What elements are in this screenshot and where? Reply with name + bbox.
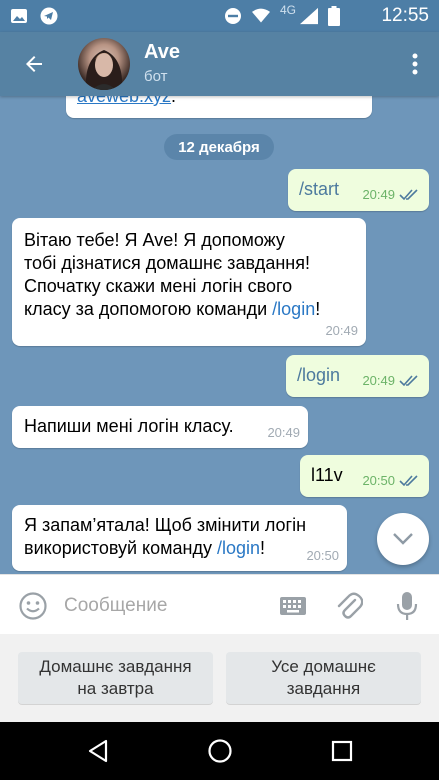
keyboard-button-label: Домашнє завдання bbox=[39, 657, 192, 676]
more-menu-button[interactable] bbox=[405, 50, 425, 78]
nav-home-button[interactable] bbox=[206, 737, 234, 765]
chat-header: Ave бот bbox=[0, 32, 439, 96]
status-time: 12:55 bbox=[381, 5, 429, 26]
microphone-icon bbox=[396, 592, 418, 620]
attach-button[interactable] bbox=[334, 591, 364, 621]
message-bubble-outgoing: /start 20:49 bbox=[288, 169, 429, 211]
message-line: ! bbox=[315, 299, 321, 319]
message-line: Спочатку скажи мені логін свого bbox=[24, 276, 293, 296]
message-bubble-incoming: Вітаю тебе! Я Ave! Я допоможу тобі дізна… bbox=[12, 218, 366, 346]
back-button[interactable] bbox=[18, 48, 50, 80]
avatar[interactable] bbox=[78, 38, 130, 90]
date-separator: 12 декабря bbox=[164, 134, 274, 160]
message-bubble-incoming: Напиши мені логін класу. 20:49 bbox=[12, 406, 308, 448]
keyboard-button-label: на завтра bbox=[77, 679, 154, 698]
status-bar: 4G 12:55 bbox=[0, 0, 439, 32]
message-line: класу за допомогою команди bbox=[24, 299, 273, 319]
emoji-button[interactable] bbox=[18, 591, 48, 621]
double-check-icon bbox=[399, 188, 418, 200]
message-text: /login bbox=[297, 365, 341, 385]
nav-back-button[interactable] bbox=[84, 737, 112, 765]
wifi-icon bbox=[252, 7, 270, 25]
message-input[interactable]: Сообщение bbox=[64, 595, 167, 617]
emoji-icon bbox=[19, 592, 47, 620]
keyboard-button-all-homework[interactable]: Усе домашнє завдання bbox=[226, 652, 421, 704]
message-line: тобі дізнатися домашнє завдання! bbox=[24, 253, 310, 273]
message-line: Вітаю тебе! Я Ave! Я допоможу bbox=[24, 230, 285, 250]
do-not-disturb-icon bbox=[224, 7, 242, 25]
message-time: 20:49 bbox=[325, 323, 358, 338]
message-text: /start bbox=[299, 179, 340, 199]
scroll-down-button[interactable] bbox=[377, 513, 429, 565]
keyboard-icon bbox=[280, 597, 306, 615]
command-link[interactable]: /login bbox=[272, 299, 315, 319]
message-bubble-outgoing: l11v 20:50 bbox=[300, 455, 429, 497]
double-check-icon bbox=[399, 474, 418, 486]
arrow-left-icon bbox=[26, 56, 42, 72]
message-time: 20:49 bbox=[267, 425, 300, 440]
keyboard-button-label: Усе домашнє bbox=[271, 657, 376, 676]
double-check-icon bbox=[399, 374, 418, 386]
message-time: 20:50 bbox=[306, 548, 339, 563]
message-time: 20:49 bbox=[362, 373, 395, 388]
chevron-down-icon bbox=[393, 533, 413, 545]
battery-icon bbox=[328, 6, 340, 26]
message-line: використовуй команду bbox=[24, 538, 217, 558]
chat-title: Ave bbox=[144, 41, 180, 63]
signal-icon bbox=[300, 7, 318, 25]
message-time: 20:49 bbox=[362, 187, 395, 202]
message-list[interactable]: aveweb.xyz. 12 декабря /start 20:49 Віта… bbox=[0, 96, 439, 574]
command-link[interactable]: /login bbox=[217, 538, 260, 558]
image-icon bbox=[10, 7, 28, 25]
chat-subtitle: бот bbox=[144, 68, 168, 85]
message-line: Я запам’ятала! Щоб змінити логін bbox=[24, 515, 307, 535]
message-text: l11v bbox=[311, 465, 343, 485]
message-line: ! bbox=[260, 538, 266, 558]
nav-recents-button[interactable] bbox=[328, 737, 356, 765]
system-nav-bar bbox=[0, 722, 439, 780]
telegram-icon bbox=[40, 7, 58, 25]
message-text: . bbox=[171, 96, 177, 106]
circle-home-icon bbox=[208, 739, 232, 763]
triangle-back-icon bbox=[88, 739, 108, 763]
message-text: Напиши мені логін класу. bbox=[24, 416, 234, 436]
message-bubble-outgoing: /login 20:49 bbox=[286, 355, 429, 397]
message-link[interactable]: aveweb.xyz bbox=[77, 96, 171, 106]
bot-keyboard-button[interactable] bbox=[278, 591, 308, 621]
voice-button[interactable] bbox=[392, 591, 422, 621]
paperclip-icon bbox=[337, 592, 363, 619]
message-bubble-incoming: Я запам’ятала! Щоб змінити логін викорис… bbox=[12, 505, 347, 571]
more-vertical-icon bbox=[412, 53, 418, 75]
bot-keyboard: Домашнє завдання на завтра Усе домашнє з… bbox=[0, 634, 439, 722]
keyboard-button-label: завдання bbox=[286, 679, 361, 698]
network-type: 4G bbox=[280, 3, 297, 17]
square-recents-icon bbox=[331, 740, 353, 762]
message-time: 20:50 bbox=[362, 473, 395, 488]
message-bubble: aveweb.xyz. bbox=[66, 96, 372, 118]
message-composer: Сообщение bbox=[0, 574, 439, 634]
keyboard-button-homework-tomorrow[interactable]: Домашнє завдання на завтра bbox=[18, 652, 213, 704]
